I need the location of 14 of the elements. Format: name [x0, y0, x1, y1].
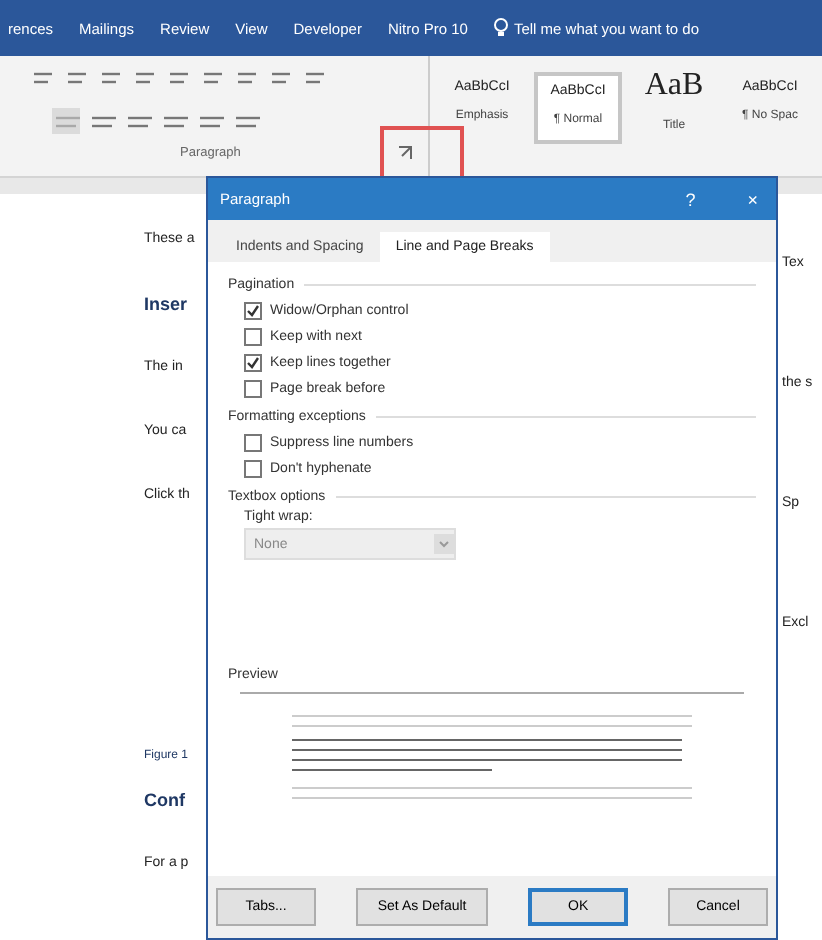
dialog-launcher-icon[interactable] [398, 146, 412, 160]
help-button[interactable]: ? [679, 189, 702, 209]
checkbox[interactable] [244, 460, 262, 478]
checkbox[interactable] [244, 434, 262, 452]
document-text: Inser [144, 294, 190, 314]
checkbox[interactable] [244, 302, 262, 320]
document-text: Conf [144, 790, 187, 810]
checkbox[interactable] [244, 328, 262, 346]
checkbox[interactable] [244, 380, 262, 398]
lightbulb-icon [493, 18, 508, 38]
caret-icon [434, 534, 454, 554]
close-button[interactable]: × [741, 189, 764, 209]
style-sample: AaB [644, 68, 704, 104]
checkbox[interactable] [244, 354, 262, 372]
